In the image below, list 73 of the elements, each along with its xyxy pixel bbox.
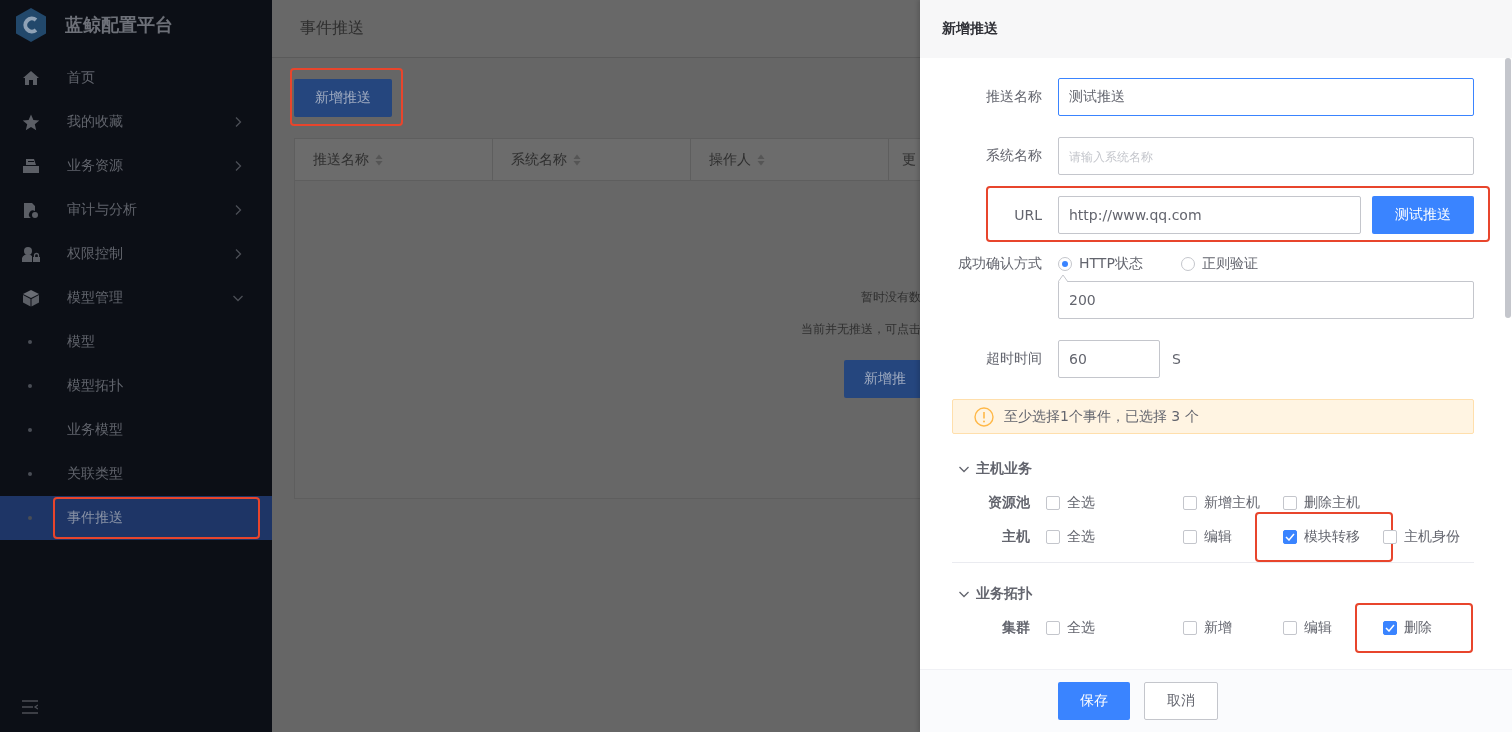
field-label: URL <box>1013 207 1042 223</box>
sidebar-subitem[interactable]: 关联类型 <box>0 452 272 496</box>
document-icon <box>22 201 40 219</box>
menu-collapse-icon[interactable] <box>22 700 38 714</box>
checkbox-option[interactable]: 新增主机 <box>1183 494 1260 512</box>
radio-option[interactable]: 正则验证 <box>1180 255 1258 273</box>
checkbox[interactable] <box>1046 496 1060 510</box>
cancel-button[interactable]: 取消 <box>1144 682 1218 720</box>
home-icon <box>22 70 40 86</box>
sidebar-item[interactable]: 首页 <box>0 56 272 100</box>
field-label: 超时时间 <box>985 350 1042 368</box>
text-field[interactable]: 测试推送 <box>1058 78 1474 116</box>
scrollbar[interactable] <box>1505 58 1511 318</box>
row-label: 集群 <box>1001 619 1030 637</box>
checkbox[interactable] <box>1183 530 1197 544</box>
user-lock-icon <box>22 245 40 263</box>
group-title: 业务拓扑 <box>976 585 1032 603</box>
group-header[interactable]: 业务拓扑 <box>952 579 1474 609</box>
test-push-button[interactable]: 测试推送 <box>1372 196 1474 234</box>
checkbox-option[interactable]: 全选 <box>1046 494 1095 512</box>
page-title: 事件推送 <box>300 18 364 39</box>
printer-icon <box>22 158 40 174</box>
logo-icon <box>15 7 47 43</box>
warning-icon <box>974 406 994 427</box>
checkbox-option[interactable]: 删除 <box>1383 619 1432 637</box>
drawer-title: 新增推送 <box>942 20 998 38</box>
status-code-field[interactable]: 200 <box>1058 281 1474 319</box>
checkbox-option[interactable]: 编辑 <box>1183 528 1232 546</box>
checkbox[interactable] <box>1183 496 1197 510</box>
unit-label: S <box>1172 351 1181 367</box>
add-push-button[interactable]: 新增推送 <box>294 79 392 117</box>
row-label: 资源池 <box>987 494 1030 512</box>
checkbox-option[interactable]: 全选 <box>1046 619 1095 637</box>
add-push-button[interactable]: 新增推 <box>844 360 920 398</box>
field-label: 系统名称 <box>985 147 1042 165</box>
check-icon <box>1385 624 1395 632</box>
check-icon <box>1285 533 1295 541</box>
checkbox-option[interactable]: 主机身份 <box>1383 528 1460 546</box>
sidebar-item[interactable]: 审计与分析 <box>0 188 272 232</box>
group-title: 主机业务 <box>976 460 1032 478</box>
sidebar-subitem[interactable]: 模型 <box>0 320 272 364</box>
sidebar-item[interactable]: 模型管理 <box>0 276 272 320</box>
checkbox[interactable] <box>1383 530 1397 544</box>
sidebar-item[interactable]: 业务资源 <box>0 144 272 188</box>
url-field[interactable]: http://www.qq.com <box>1058 196 1361 234</box>
checkbox-option[interactable]: 模块转移 <box>1283 528 1360 546</box>
field-label: 成功确认方式 <box>957 255 1042 273</box>
checkbox[interactable] <box>1183 621 1197 635</box>
row-label: 主机 <box>1001 528 1030 546</box>
sidebar-subitem[interactable]: 业务模型 <box>0 408 272 452</box>
alert-text: 至少选择1个事件，已选择 3 个 <box>1004 407 1199 426</box>
checkbox[interactable] <box>1283 496 1297 510</box>
checkbox-option[interactable]: 全选 <box>1046 528 1095 546</box>
sidebar-subitem[interactable]: 事件推送 <box>0 496 272 540</box>
cube-icon <box>22 289 40 307</box>
sidebar-subitem[interactable]: 模型拓扑 <box>0 364 272 408</box>
field-label: 推送名称 <box>985 88 1042 106</box>
checkbox[interactable] <box>1046 621 1060 635</box>
group-header[interactable]: 主机业务 <box>952 454 1474 484</box>
app-title: 蓝鲸配置平台 <box>65 13 173 37</box>
timeout-field[interactable]: 60 <box>1058 340 1160 378</box>
checkbox[interactable] <box>1383 621 1397 635</box>
radio-option[interactable]: HTTP状态 <box>1058 255 1143 273</box>
checkbox[interactable] <box>1046 530 1060 544</box>
sidebar-item[interactable]: 权限控制 <box>0 232 272 276</box>
checkbox-option[interactable]: 新增 <box>1183 619 1232 637</box>
checkbox-option[interactable]: 编辑 <box>1283 619 1332 637</box>
sidebar-item[interactable]: 我的收藏 <box>0 100 272 144</box>
checkbox[interactable] <box>1283 621 1297 635</box>
checkbox[interactable] <box>1283 530 1297 544</box>
star-icon <box>22 113 40 131</box>
save-button[interactable]: 保存 <box>1058 682 1130 720</box>
checkbox-option[interactable]: 删除主机 <box>1283 494 1360 512</box>
